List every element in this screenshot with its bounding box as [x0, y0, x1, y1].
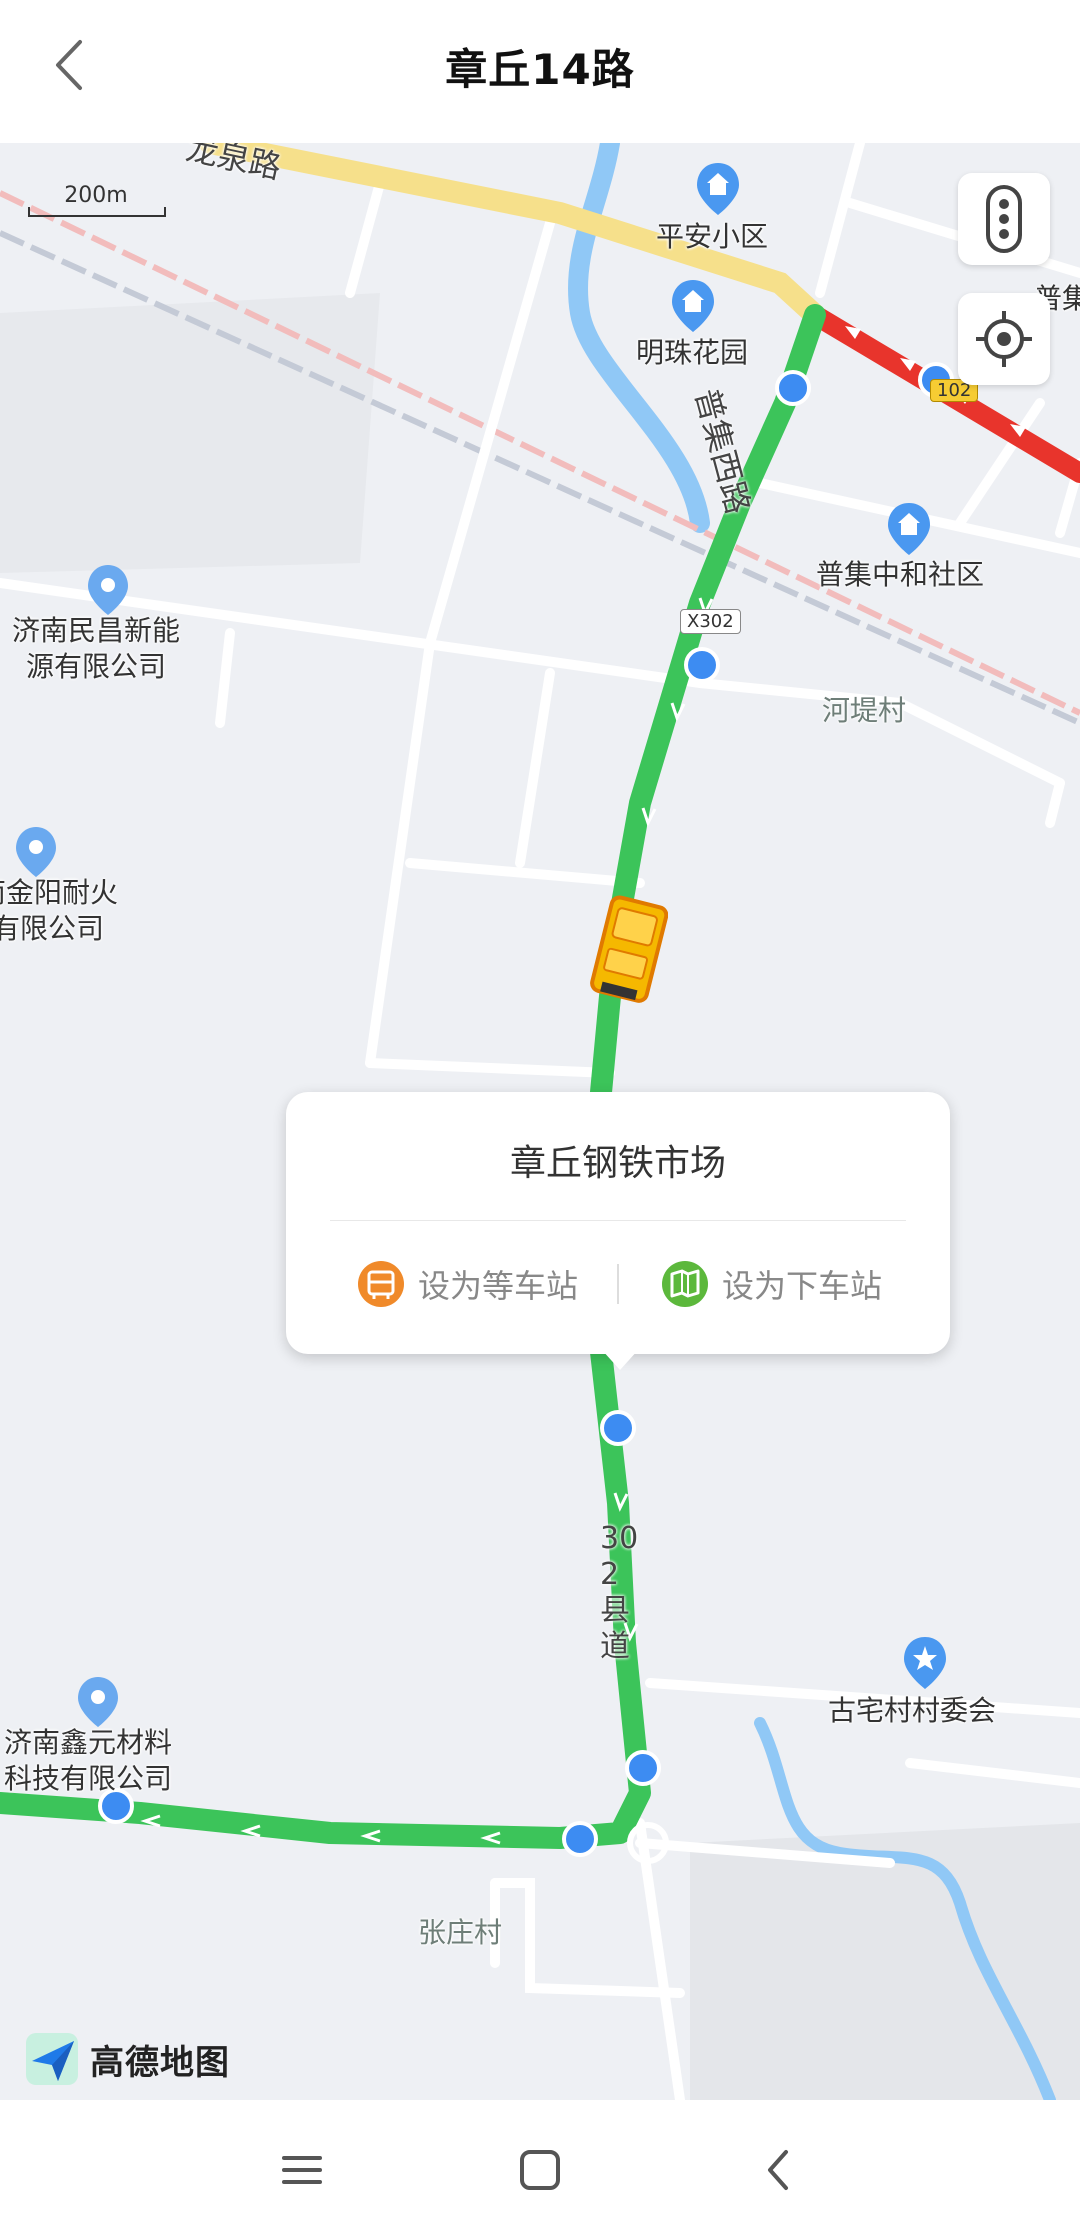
station-dot	[684, 647, 720, 683]
header: 章丘14路	[0, 0, 1080, 143]
traffic-light-icon	[986, 185, 1022, 253]
set-alight-label: 设为下车站	[722, 1267, 883, 1305]
system-nav-bar	[0, 2100, 1080, 2230]
menu-icon	[282, 2156, 322, 2184]
poi-gucun[interactable]: 古宅村村委会	[828, 1693, 996, 1729]
back-icon	[768, 2150, 788, 2190]
set-wait-label: 设为等车站	[418, 1267, 579, 1305]
system-back-button[interactable]	[748, 2140, 808, 2200]
popup-pointer	[602, 1350, 638, 1370]
menu-button[interactable]	[272, 2140, 332, 2200]
location-pin-icon	[88, 565, 128, 615]
station-dot	[600, 1410, 636, 1446]
poi-pingan[interactable]: 平安小区	[656, 219, 768, 255]
station-popup: 章丘钢铁市场 设为等车站 设为下车站	[286, 1092, 950, 1354]
village-zhangzhuang: 张庄村	[418, 1916, 503, 1949]
set-alight-station-button[interactable]: 设为下车站	[660, 1252, 882, 1316]
community-pin-icon	[697, 163, 739, 215]
road-label-county: 302县道	[600, 1521, 639, 1664]
traffic-toggle-button[interactable]	[958, 173, 1050, 265]
home-button[interactable]	[510, 2140, 570, 2200]
popup-divider	[330, 1220, 906, 1221]
station-dot	[625, 1750, 661, 1786]
page-title: 章丘14路	[445, 45, 635, 94]
locate-button[interactable]	[958, 293, 1050, 385]
map-scale: 200m	[28, 183, 166, 217]
scale-bar	[28, 207, 166, 217]
community-pin-icon	[888, 503, 930, 555]
bus-stop-icon	[358, 1261, 404, 1307]
scale-label: 200m	[64, 183, 128, 208]
amap-logo-icon	[26, 2033, 78, 2085]
poi-xinyuan[interactable]: 济南鑫元材料 科技有限公司	[4, 1725, 172, 1797]
poi-puji-zhonghe[interactable]: 普集中和社区	[816, 557, 984, 593]
star-pin-icon	[904, 1637, 946, 1689]
poi-mingzhu[interactable]: 明珠花园	[636, 335, 748, 371]
locate-crosshair-icon	[976, 311, 1032, 367]
home-icon	[520, 2150, 560, 2190]
road-shield-x302: X302	[680, 609, 741, 634]
amap-logo-text: 高德地图	[90, 2042, 230, 2083]
poi-jinan-minchang[interactable]: 济南民昌新能 源有限公司	[12, 613, 180, 685]
set-wait-station-button[interactable]: 设为等车站	[356, 1252, 578, 1316]
location-pin-icon	[16, 827, 56, 877]
location-pin-icon	[78, 1677, 118, 1727]
bus-icon	[590, 895, 668, 1003]
poi-jinyang[interactable]: 南金阳耐火 有限公司	[0, 875, 118, 947]
station-dot	[775, 370, 811, 406]
village-hedi: 河堤村	[822, 694, 907, 727]
amap-logo: 高德地图	[24, 2031, 230, 2087]
community-pin-icon	[672, 280, 714, 332]
station-name: 章丘钢铁市场	[509, 1143, 726, 1184]
flag-icon	[662, 1261, 708, 1307]
action-separator	[617, 1264, 619, 1304]
station-dot	[562, 1821, 598, 1857]
